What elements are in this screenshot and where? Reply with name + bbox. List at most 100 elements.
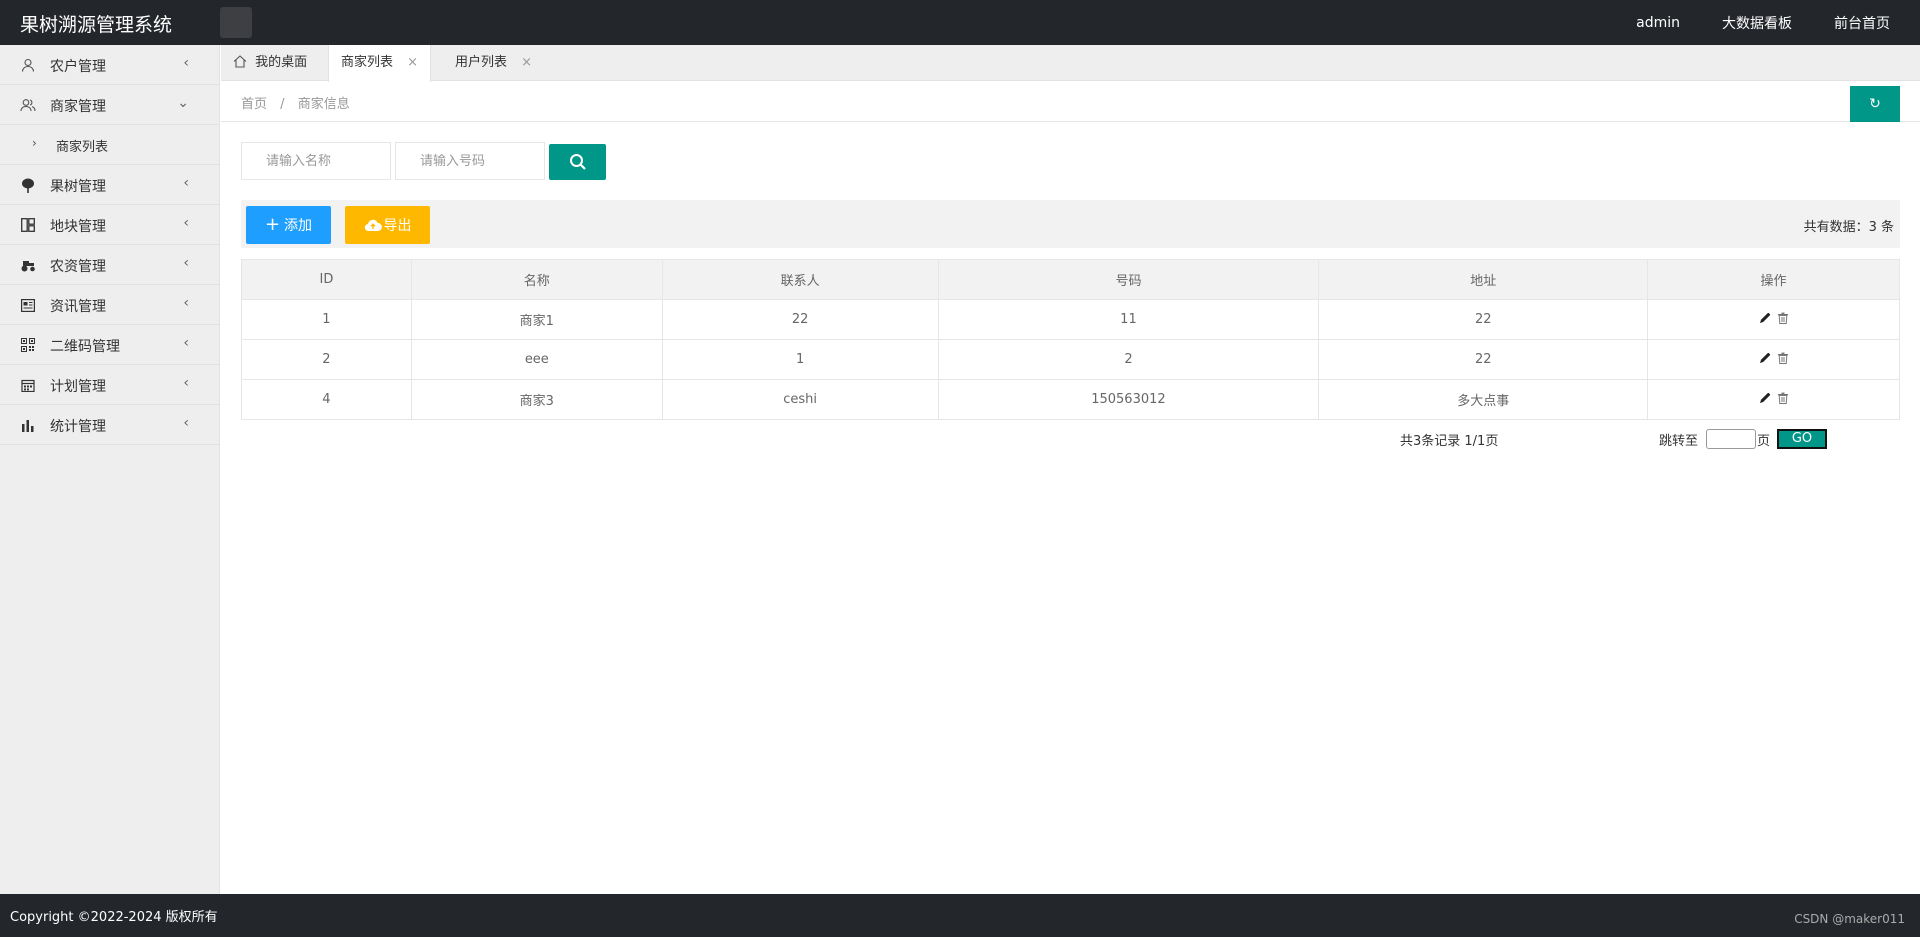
- sidebar-item-plots[interactable]: 地块管理 ‹: [0, 205, 219, 245]
- sidebar-item-supplies[interactable]: 农资管理 ‹: [0, 245, 219, 285]
- tab-bar: 我的桌面 商家列表 × 用户列表 ×: [221, 45, 1920, 82]
- search-icon: [569, 153, 587, 171]
- tab-my-desktop[interactable]: 我的桌面: [221, 45, 319, 81]
- cell-phone: 11: [937, 299, 1320, 340]
- watermark-text: CSDN @maker011: [1794, 912, 1905, 926]
- edit-icon[interactable]: [1759, 312, 1771, 324]
- cell-phone: 150563012: [937, 379, 1320, 420]
- cell-name: 商家1: [410, 299, 663, 340]
- footer: Copyright ©2022-2024 版权所有 CSDN @maker011: [0, 894, 1920, 937]
- export-button[interactable]: 导出: [345, 206, 430, 244]
- table-row: 2 eee 1 2 22: [241, 339, 1900, 380]
- refresh-button[interactable]: ↻: [1850, 86, 1900, 122]
- cell-address: 22: [1318, 299, 1649, 340]
- sidebar-item-label: 二维码管理: [50, 339, 120, 355]
- sidebar-item-label: 农户管理: [50, 59, 106, 75]
- breadcrumb-home[interactable]: 首页: [241, 97, 267, 112]
- sidebar-item-stats[interactable]: 统计管理 ‹: [0, 405, 219, 445]
- edit-icon[interactable]: [1759, 392, 1771, 404]
- cell-contact: 22: [661, 299, 939, 340]
- cell-address: 22: [1318, 339, 1649, 380]
- tractor-icon: [20, 257, 36, 273]
- table-header-row: ID 名称 联系人 号码 地址 操作: [241, 259, 1900, 300]
- cell-contact: 1: [661, 339, 939, 380]
- delete-icon[interactable]: [1777, 312, 1789, 324]
- breadcrumb-separator: /: [280, 97, 285, 112]
- sidebar-item-label: 计划管理: [50, 379, 106, 395]
- chevron-right-icon: ›: [32, 136, 37, 150]
- sidebar-subitem-label: 商家列表: [56, 140, 109, 155]
- delete-icon[interactable]: [1777, 392, 1789, 404]
- chevron-left-icon: ‹: [183, 375, 189, 391]
- column-header-actions: 操作: [1647, 259, 1900, 300]
- cell-name: 商家3: [410, 379, 663, 420]
- chevron-left-icon: ‹: [183, 255, 189, 271]
- copyright-text: Copyright ©2022-2024 版权所有: [10, 910, 218, 925]
- bar-chart-icon: [20, 417, 36, 433]
- sidebar-item-label: 商家管理: [50, 99, 106, 115]
- breadcrumb-current: 商家信息: [297, 97, 350, 112]
- sidebar-item-farmers[interactable]: 农户管理 ‹: [0, 45, 219, 85]
- tree-icon: [20, 177, 36, 193]
- go-button[interactable]: GO: [1777, 429, 1827, 449]
- edit-icon[interactable]: [1759, 352, 1771, 364]
- chevron-left-icon: ‹: [183, 335, 189, 351]
- search-button[interactable]: [549, 144, 606, 180]
- cell-id: 4: [241, 379, 412, 420]
- home-icon: [233, 47, 247, 83]
- header-nav-frontpage[interactable]: 前台首页: [1834, 13, 1890, 33]
- sidebar-toggle-button[interactable]: [220, 7, 252, 38]
- app-title: 果树溯源管理系统: [20, 14, 173, 36]
- close-icon[interactable]: ×: [521, 55, 532, 70]
- column-header-id: ID: [241, 259, 412, 300]
- table-row: 1 商家1 22 11 22: [241, 299, 1900, 340]
- chevron-left-icon: ‹: [183, 175, 189, 191]
- cell-actions: [1647, 339, 1900, 380]
- table-toolbar: + 添加 导出 共有数据：3 条: [241, 200, 1900, 248]
- tab-user-list[interactable]: 用户列表 ×: [443, 45, 544, 81]
- header-nav-admin[interactable]: admin: [1636, 15, 1680, 31]
- chevron-left-icon: ‹: [183, 215, 189, 231]
- refresh-icon: ↻: [1869, 96, 1881, 112]
- plus-icon: +: [264, 214, 281, 235]
- jump-page-input[interactable]: [1706, 429, 1756, 449]
- header-nav: admin 大数据看板 前台首页: [1594, 0, 1890, 45]
- jump-label: 跳转至: [1659, 434, 1699, 449]
- pagination-info: 共3条记录 1/1页: [1400, 434, 1499, 449]
- column-header-contact: 联系人: [661, 259, 939, 300]
- sidebar-item-merchants[interactable]: 商家管理 ⌄: [0, 85, 219, 125]
- cell-id: 1: [241, 299, 412, 340]
- cell-actions: [1647, 379, 1900, 420]
- cell-actions: [1647, 299, 1900, 340]
- jump-page-suffix: 页: [1757, 434, 1771, 449]
- sidebar-item-label: 统计管理: [50, 419, 106, 435]
- sidebar-item-qrcode[interactable]: 二维码管理 ‹: [0, 325, 219, 365]
- cell-id: 2: [241, 339, 412, 380]
- sidebar-subitem-merchant-list[interactable]: › 商家列表: [0, 125, 219, 165]
- sidebar-item-label: 地块管理: [50, 219, 106, 235]
- grid-icon: [20, 217, 36, 233]
- delete-icon[interactable]: [1777, 352, 1789, 364]
- header-nav-dashboard[interactable]: 大数据看板: [1722, 13, 1792, 33]
- merchant-table: ID 名称 联系人 号码 地址 操作 1 商家1 22 11 22 2 eee …: [241, 259, 1900, 420]
- breadcrumb: 首页 / 商家信息: [241, 93, 350, 112]
- tab-label: 商家列表: [341, 55, 394, 70]
- data-count: 共有数据：3 条: [1803, 220, 1894, 235]
- sidebar-item-label: 农资管理: [50, 259, 106, 275]
- column-header-address: 地址: [1318, 259, 1649, 300]
- users-icon: [20, 97, 36, 113]
- tab-merchant-list[interactable]: 商家列表 ×: [328, 45, 432, 82]
- chevron-down-icon: ⌄: [177, 95, 189, 111]
- phone-search-input[interactable]: [395, 142, 545, 180]
- news-icon: [20, 297, 36, 313]
- column-header-name: 名称: [410, 259, 663, 300]
- name-search-input[interactable]: [241, 142, 391, 180]
- add-button[interactable]: + 添加: [246, 206, 331, 244]
- sidebar-item-news[interactable]: 资讯管理 ‹: [0, 285, 219, 325]
- breadcrumb-bar: 首页 / 商家信息 ↻: [221, 82, 1920, 122]
- export-button-label: 导出: [383, 218, 412, 234]
- sidebar-item-trees[interactable]: 果树管理 ‹: [0, 165, 219, 205]
- cell-contact: ceshi: [661, 379, 939, 420]
- close-icon[interactable]: ×: [407, 55, 418, 70]
- sidebar-item-plans[interactable]: 计划管理 ‹: [0, 365, 219, 405]
